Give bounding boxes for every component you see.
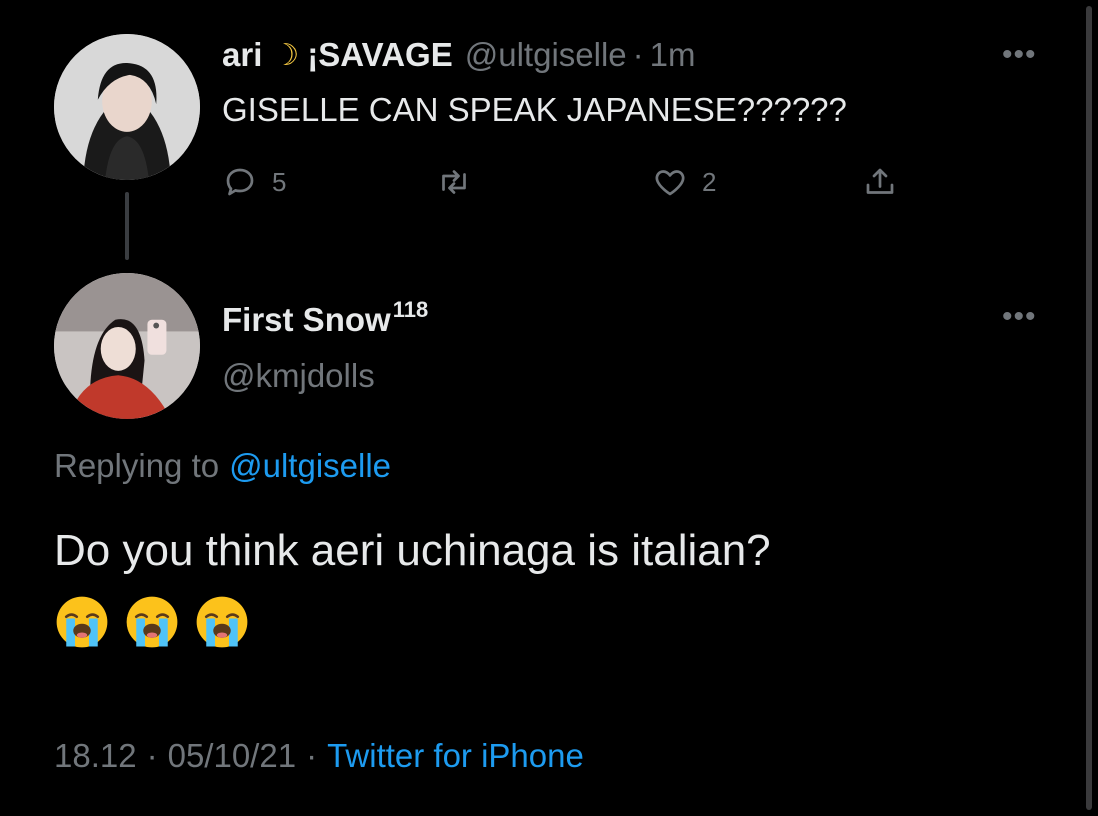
like-count: 2 — [702, 166, 717, 197]
share-button[interactable] — [862, 164, 912, 200]
reply-icon — [226, 168, 254, 196]
crescent-moon-icon: ☽ — [272, 38, 300, 72]
reply-name-superscript: 118 — [392, 297, 429, 322]
loudly-crying-face-icon — [56, 596, 108, 648]
reply-display-name[interactable]: First Snow — [222, 301, 391, 339]
replying-to-handle-link[interactable]: @ultgiselle — [229, 447, 391, 485]
parent-time[interactable]: 1m — [650, 36, 696, 74]
parent-more-options-icon[interactable]: ••• — [1002, 38, 1037, 72]
timestamp-time[interactable]: 18.12 — [54, 737, 137, 775]
separator-dot: · — [306, 737, 318, 774]
emoji-row — [54, 594, 264, 650]
reply-count: 5 — [272, 166, 287, 197]
separator-dot: · — [632, 36, 644, 73]
replying-to-label: Replying to — [54, 447, 220, 484]
like-button[interactable]: 2 — [652, 164, 716, 200]
loudly-crying-face-icon — [126, 596, 178, 648]
thread-connector — [125, 192, 129, 260]
timestamp-date[interactable]: 05/10/21 — [168, 737, 296, 775]
parent-name-suffix[interactable]: ¡SAVAGE — [307, 36, 452, 74]
avatar-kmjdolls[interactable] — [54, 273, 200, 419]
parent-handle[interactable]: @ultgiselle — [465, 36, 627, 74]
scrollbar[interactable] — [1086, 6, 1092, 810]
parent-display-name[interactable]: ari — [222, 36, 262, 74]
source-app-link[interactable]: Twitter for iPhone — [327, 737, 584, 775]
reply-handle[interactable]: @kmjdolls — [222, 354, 375, 398]
avatar-ultgiselle[interactable] — [54, 34, 200, 180]
share-icon — [866, 168, 894, 194]
reply-tweet-text: Do you think aeri uchinaga is italian? — [54, 526, 771, 575]
parent-tweet-text: GISELLE CAN SPEAK JAPANESE?????? — [222, 91, 847, 128]
avatar-photo — [54, 273, 200, 419]
retweet-button[interactable] — [436, 164, 486, 200]
reply-button[interactable]: 5 — [222, 164, 286, 200]
heart-icon — [655, 170, 685, 196]
avatar-photo — [54, 34, 200, 180]
retweet-icon — [442, 170, 466, 194]
separator-dot: · — [146, 737, 158, 774]
loudly-crying-face-icon — [196, 596, 248, 648]
reply-more-options-icon[interactable]: ••• — [1002, 300, 1037, 334]
